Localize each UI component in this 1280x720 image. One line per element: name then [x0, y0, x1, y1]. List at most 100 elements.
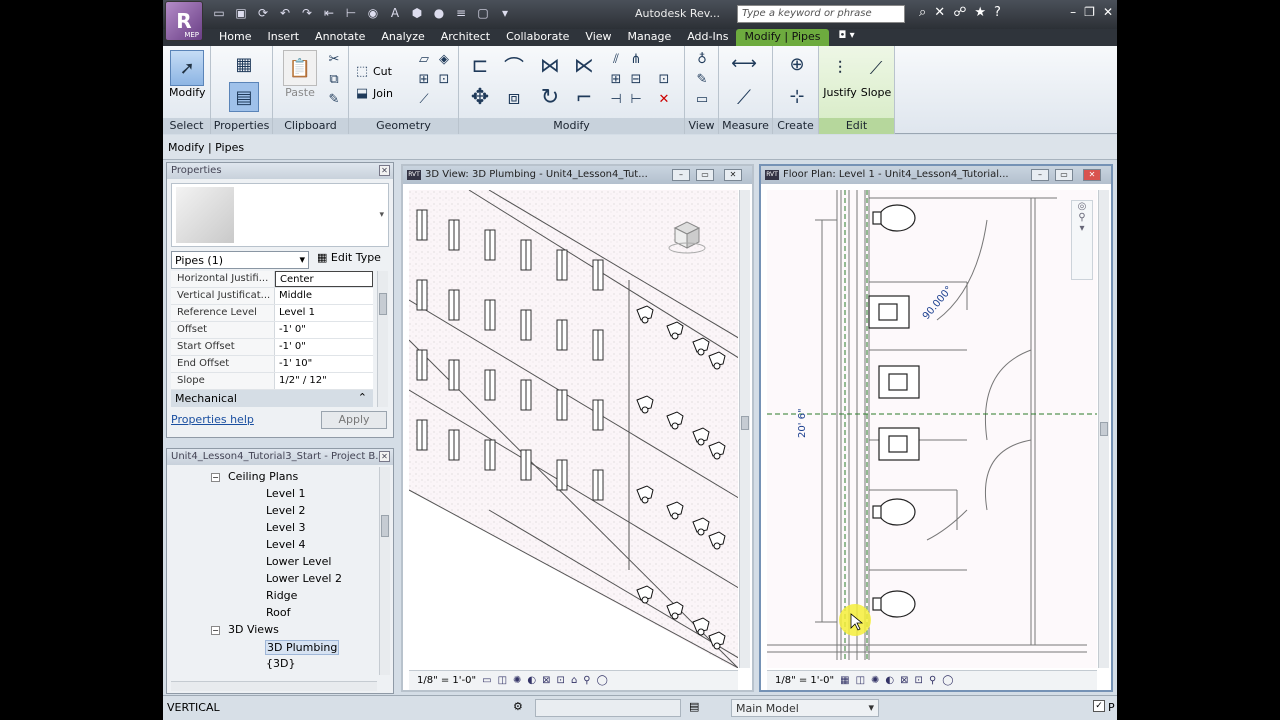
modify-button[interactable]: ➚ Modify: [169, 50, 205, 99]
measure-icon[interactable]: ⇤: [321, 5, 337, 21]
tab-add-ins[interactable]: Add-Ins: [679, 29, 736, 46]
prop-value[interactable]: Center: [275, 271, 373, 287]
navigation-bar[interactable]: ◎ ⚲ ▾: [1071, 200, 1093, 280]
sun-path-icon[interactable]: ✺: [871, 675, 879, 686]
workset-select[interactable]: [535, 699, 681, 717]
prop-value[interactable]: -1' 0": [275, 339, 373, 355]
detail-level-icon[interactable]: ▭: [482, 675, 491, 686]
delete-icon[interactable]: ✕: [655, 90, 673, 108]
cope-icon[interactable]: ⬚: [353, 62, 371, 80]
plan-canvas[interactable]: 20' 6" 90.000° ◎ ⚲ ▾: [767, 190, 1097, 668]
prop-value[interactable]: 1/2" / 12": [275, 373, 373, 389]
array-icon[interactable]: ⊞: [607, 70, 625, 88]
ribbon-minimize-icon[interactable]: ◘ ▾: [829, 29, 865, 46]
list-item[interactable]: −3D Views: [171, 622, 377, 639]
view-restore-icon[interactable]: ▭: [1055, 169, 1073, 181]
binoculars-icon[interactable]: ⌕: [919, 5, 926, 20]
scrollbar-thumb[interactable]: [741, 416, 749, 430]
design-options-icon[interactable]: ▤: [689, 700, 699, 713]
help-search-input[interactable]: Type a keyword or phrase: [737, 5, 905, 23]
thin-lines-icon[interactable]: ≡: [453, 5, 469, 21]
help-icon[interactable]: ?: [994, 5, 1001, 20]
close-hidden-icon[interactable]: ▢: [475, 5, 491, 21]
paste-button[interactable]: 📋 Paste: [283, 50, 317, 99]
unpin-icon[interactable]: ⊢: [627, 90, 645, 108]
create-group-icon[interactable]: ⊹: [783, 82, 811, 110]
table-row[interactable]: Offset -1' 0": [171, 322, 373, 339]
edit-type-button[interactable]: ▦ Edit Type: [317, 251, 381, 264]
visual-style-icon[interactable]: ◫: [498, 675, 507, 686]
type-dropdown-icon[interactable]: ▾: [379, 210, 384, 220]
move-icon[interactable]: ✥: [467, 84, 493, 110]
offset-icon[interactable]: ⌒: [501, 52, 527, 79]
scrollbar-thumb[interactable]: [381, 515, 389, 537]
restore-icon[interactable]: ❐: [1084, 5, 1095, 19]
rotate-icon[interactable]: ↻: [537, 84, 563, 110]
browser-scrollbar[interactable]: [379, 467, 390, 675]
design-option-select[interactable]: Main Model: [731, 699, 879, 717]
list-item[interactable]: Level 2: [171, 503, 377, 520]
scale-icon[interactable]: ⊟: [627, 70, 645, 88]
create-similar-icon[interactable]: ⊕: [783, 50, 811, 78]
linework-brush-icon[interactable]: ✎: [693, 70, 711, 88]
list-item[interactable]: Lower Level 2: [171, 571, 377, 588]
slope-button[interactable]: ⟋ Slope: [859, 50, 893, 100]
tab-view[interactable]: View: [577, 29, 619, 46]
worksets-icon[interactable]: ⚙: [513, 700, 523, 713]
view-close-icon[interactable]: ✕: [1083, 169, 1101, 181]
section-icon[interactable]: ●: [431, 5, 447, 21]
cut-geometry-button[interactable]: Cut: [373, 65, 392, 78]
tag-icon[interactable]: ◉: [365, 5, 381, 21]
sync-icon[interactable]: ⟳: [255, 5, 271, 21]
table-row[interactable]: Reference Level Level 1: [171, 305, 373, 322]
mirror-draw-axis-icon[interactable]: ⋉: [571, 52, 597, 78]
close-icon[interactable]: ✕: [1103, 5, 1113, 19]
trim-icon[interactable]: ⊡: [655, 70, 673, 88]
join-geometry-button[interactable]: Join: [373, 87, 393, 100]
aligned-dimension-icon[interactable]: ⊢: [343, 5, 359, 21]
open-icon[interactable]: ▭: [211, 5, 227, 21]
reveal-hidden-icon[interactable]: ◯: [942, 675, 953, 686]
shadows-icon[interactable]: ◐: [885, 675, 894, 686]
steering-wheel-icon[interactable]: ◎: [1072, 201, 1092, 212]
text-icon[interactable]: A: [387, 5, 403, 21]
copy-icon[interactable]: ⧉: [325, 70, 343, 88]
view-minimize-icon[interactable]: –: [1031, 169, 1049, 181]
application-menu-button[interactable]: R MEP: [165, 1, 203, 41]
properties-scrollbar[interactable]: [377, 271, 388, 407]
tab-insert[interactable]: Insert: [259, 29, 307, 46]
tab-manage[interactable]: Manage: [620, 29, 680, 46]
list-item[interactable]: Level 3: [171, 520, 377, 537]
type-properties-icon[interactable]: ▦: [231, 50, 257, 78]
linework-icon[interactable]: ⟋: [415, 90, 433, 108]
tab-modify-pipes[interactable]: Modify | Pipes: [736, 29, 829, 46]
split-face-icon[interactable]: ▱: [415, 50, 433, 68]
split-element-icon[interactable]: ⫽: [607, 50, 625, 68]
match-properties-icon[interactable]: ✎: [325, 90, 343, 108]
wall-joins-icon[interactable]: ⊞: [415, 70, 433, 88]
cut-scissors-icon[interactable]: ✂: [325, 50, 343, 68]
join-geometry-icon[interactable]: ⬓: [353, 84, 371, 102]
category-mechanical[interactable]: Mechanical ⌃: [171, 390, 373, 407]
crop-view-icon[interactable]: ⊠: [542, 675, 550, 686]
temp-hide-icon[interactable]: ⚲: [929, 675, 936, 686]
instance-filter-select[interactable]: Pipes (1): [171, 251, 309, 269]
visual-style-icon[interactable]: ◫: [856, 675, 865, 686]
paint-icon[interactable]: ◈: [435, 50, 453, 68]
properties-help-link[interactable]: Properties help: [171, 413, 254, 426]
list-item[interactable]: Ridge: [171, 588, 377, 605]
scrollbar-thumb[interactable]: [1100, 422, 1108, 436]
tab-home[interactable]: Home: [211, 29, 259, 46]
trim-extend-icon[interactable]: ⌐: [571, 84, 597, 110]
copy-element-icon[interactable]: ⧈: [501, 84, 527, 110]
mirror-pick-axis-icon[interactable]: ⋈: [537, 52, 563, 78]
redo-icon[interactable]: ↷: [299, 5, 315, 21]
override-graphics-icon[interactable]: ♁: [693, 50, 711, 68]
table-row[interactable]: Start Offset -1' 0": [171, 339, 373, 356]
zoom-icon[interactable]: ⚲: [1072, 212, 1092, 223]
list-item[interactable]: Level 1: [171, 486, 377, 503]
view-3d-canvas[interactable]: [409, 190, 738, 668]
element-properties-icon[interactable]: ▤: [229, 82, 259, 112]
tree-toggle-icon[interactable]: −: [211, 626, 220, 635]
list-item[interactable]: − Ceiling Plans: [171, 469, 377, 486]
